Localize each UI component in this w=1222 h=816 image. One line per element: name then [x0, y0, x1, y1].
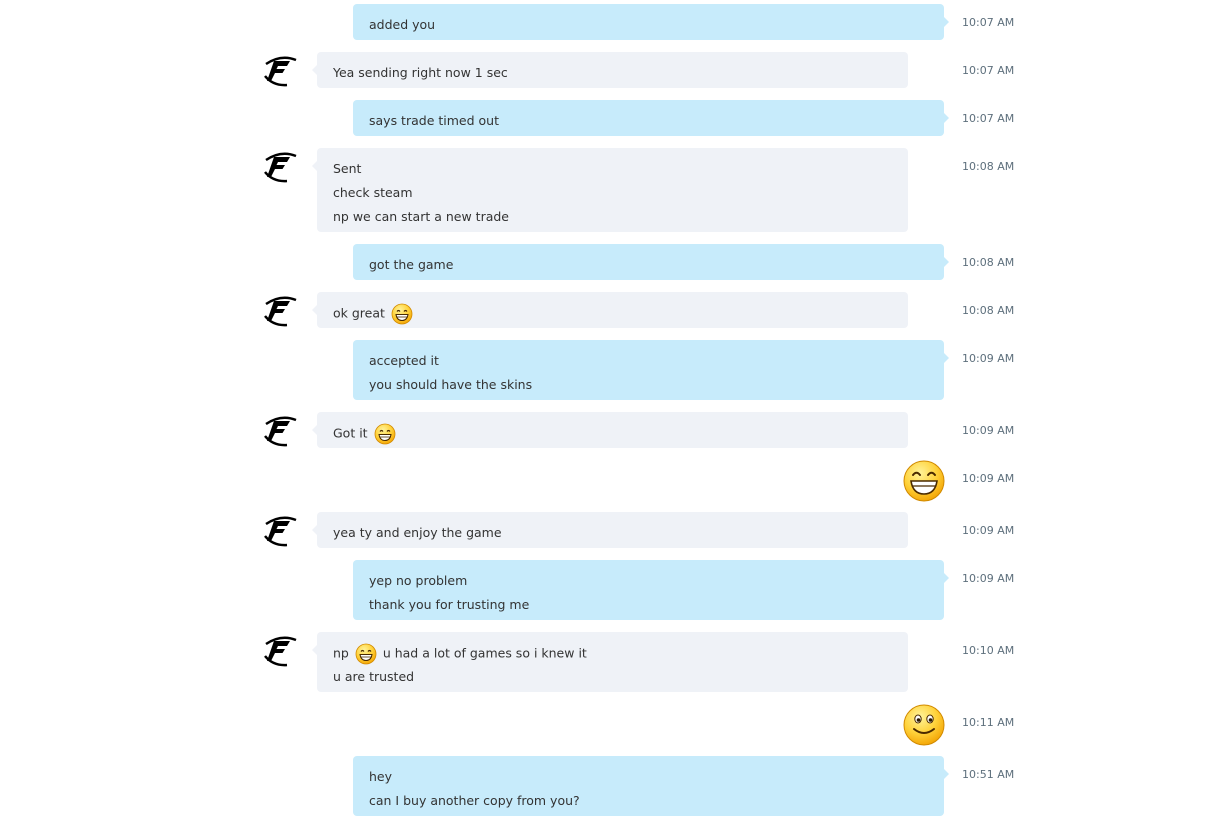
message-timestamp: 10:07 AM	[962, 16, 1015, 29]
message-text: accepted it	[369, 353, 439, 368]
message-text: yea ty and enjoy the game	[333, 525, 502, 540]
message-text-segment: Got it	[333, 425, 368, 441]
message-timestamp: 10:09 AM	[962, 572, 1015, 585]
outgoing-message-bubble[interactable]: yep no problem thank you for trusting me	[353, 560, 949, 620]
message-text-segment: u had a lot of games so i knew it	[382, 645, 587, 661]
message-text: check steam	[333, 185, 413, 200]
message-timestamp: 10:09 AM	[962, 524, 1015, 537]
outgoing-message-bubble[interactable]: got the game	[353, 244, 949, 280]
message-timestamp: 10:07 AM	[962, 64, 1015, 77]
incoming-message-bubble[interactable]: Sent check steam np we can start a new t…	[312, 148, 908, 232]
message-timestamp: 10:09 AM	[962, 424, 1015, 437]
message-timestamp: 10:51 AM	[962, 768, 1015, 781]
message-text: hey	[369, 769, 393, 784]
message-timestamp: 10:10 AM	[962, 644, 1015, 657]
incoming-message-bubble[interactable]: Got it	[312, 412, 908, 448]
outgoing-message-bubble[interactable]: added you	[353, 4, 949, 40]
message-timestamp: 10:09 AM	[962, 352, 1015, 365]
grin-emoticon-icon	[355, 643, 377, 664]
contact-avatar-icon[interactable]	[263, 632, 299, 668]
outgoing-message-bubble[interactable]: accepted it you should have the skins	[353, 340, 949, 400]
message-text: yep no problem	[369, 573, 468, 588]
message-text: Got it	[333, 421, 892, 445]
message-text: you should have the skins	[369, 377, 533, 392]
message-timestamp: 10:08 AM	[962, 256, 1015, 269]
contact-avatar-icon[interactable]	[263, 512, 299, 548]
incoming-message-bubble[interactable]: ok great	[312, 292, 908, 328]
message-timestamp: 10:08 AM	[962, 304, 1015, 317]
incoming-message-bubble[interactable]: yea ty and enjoy the game	[312, 512, 908, 548]
smile-emoticon-icon[interactable]	[903, 704, 945, 746]
contact-avatar-icon[interactable]	[263, 148, 299, 184]
message-text: Sent	[333, 161, 362, 176]
contact-avatar-icon[interactable]	[263, 52, 299, 88]
message-text: np u had a lot of games so i knew it	[333, 641, 892, 665]
message-text: can I buy another copy from you?	[369, 793, 580, 808]
grin-emoticon-icon	[391, 303, 413, 324]
message-text: says trade timed out	[369, 113, 499, 128]
message-text: got the game	[369, 257, 454, 272]
incoming-message-bubble[interactable]: np u had a lot of games so i knew it u a…	[312, 632, 908, 692]
message-text: ok great	[333, 301, 892, 325]
outgoing-message-bubble[interactable]: hey can I buy another copy from you?	[353, 756, 949, 816]
message-timestamp: 10:09 AM	[962, 472, 1015, 485]
outgoing-message-bubble[interactable]: says trade timed out	[353, 100, 949, 136]
message-timestamp: 10:07 AM	[962, 112, 1015, 125]
message-timestamp: 10:08 AM	[962, 160, 1015, 173]
message-text-segment: ok great	[333, 305, 385, 321]
message-text: thank you for trusting me	[369, 597, 530, 612]
message-text: added you	[369, 17, 436, 32]
message-text: Yea sending right now 1 sec	[333, 65, 508, 80]
incoming-message-bubble[interactable]: Yea sending right now 1 sec	[312, 52, 908, 88]
grin-emoticon-icon	[374, 423, 395, 444]
contact-avatar-icon[interactable]	[263, 292, 299, 328]
contact-avatar-icon[interactable]	[263, 412, 299, 448]
message-text: np we can start a new trade	[333, 209, 510, 224]
message-text-segment: np	[333, 645, 349, 661]
grin-emoticon-icon[interactable]	[903, 460, 945, 502]
message-text: u are trusted	[333, 669, 415, 684]
message-timestamp: 10:11 AM	[962, 716, 1015, 729]
